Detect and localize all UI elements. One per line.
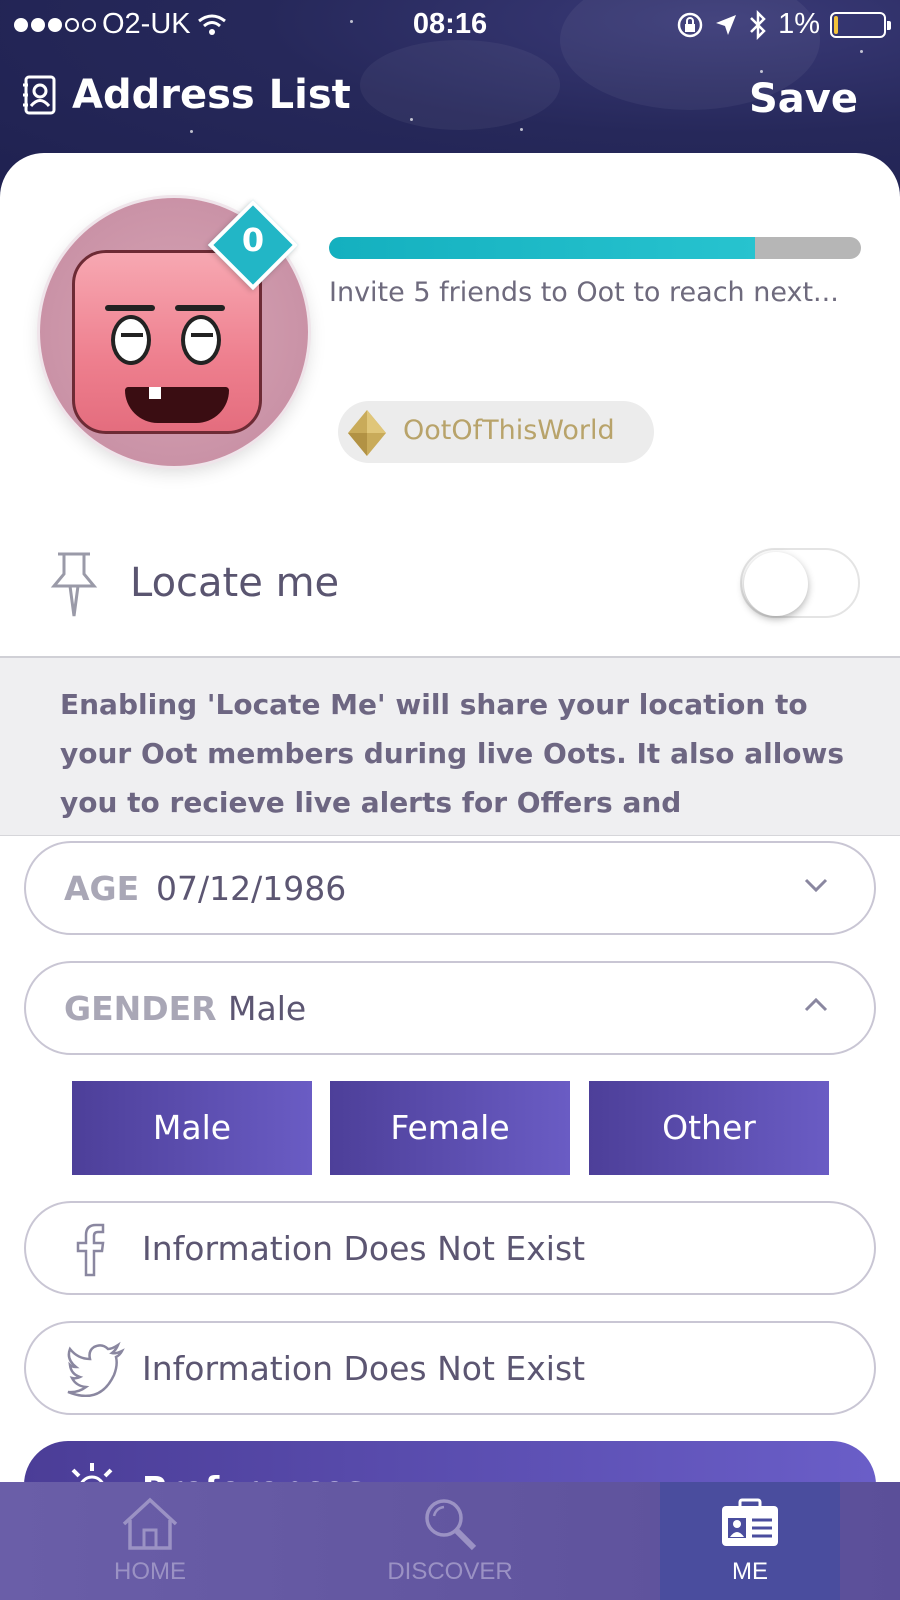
twitter-icon: [67, 1341, 125, 1397]
chevron-down-icon[interactable]: [802, 875, 830, 895]
locate-me-label: Locate me: [130, 560, 340, 606]
age-key: AGE: [64, 869, 140, 908]
star-decoration: [860, 50, 863, 53]
page-title: Address List: [72, 72, 351, 118]
status-bar: O2-UK 08:16 1%: [0, 0, 900, 50]
star-decoration: [520, 128, 523, 131]
gender-option-female[interactable]: Female: [330, 1081, 570, 1175]
diamond-icon: [348, 410, 386, 456]
tab-discover-label: DISCOVER: [387, 1558, 513, 1585]
profile-card-icon: [722, 1498, 778, 1546]
locate-me-row: Locate me: [0, 530, 900, 658]
locate-info-box: Enabling 'Locate Me' will share your loc…: [0, 658, 900, 836]
cloud-decoration: [360, 40, 560, 130]
gender-value: Male: [228, 989, 307, 1028]
save-button[interactable]: Save: [749, 76, 858, 122]
battery-icon: [830, 11, 891, 38]
gender-key: GENDER: [64, 989, 217, 1028]
gender-option-other[interactable]: Other: [589, 1081, 829, 1175]
title-row[interactable]: Address List: [22, 72, 351, 118]
star-decoration: [410, 118, 413, 121]
locate-info-text: Enabling 'Locate Me' will share your loc…: [60, 688, 845, 819]
rotation-lock-icon: [677, 12, 703, 37]
location-arrow-icon: [716, 14, 737, 35]
tab-bar: HOME DISCOVER ME: [0, 1482, 900, 1600]
search-icon: [425, 1499, 477, 1551]
age-field[interactable]: AGE 07/12/1986: [24, 841, 876, 935]
gender-option-male[interactable]: Male: [72, 1081, 312, 1175]
avatar-face: [72, 250, 262, 434]
address-book-icon: [23, 75, 56, 115]
tab-discover[interactable]: DISCOVER: [360, 1482, 540, 1600]
toggle-knob: [744, 552, 808, 616]
gender-field[interactable]: GENDER Male: [24, 961, 876, 1055]
facebook-text: Information Does Not Exist: [142, 1229, 586, 1268]
level-progress-fill: [329, 237, 755, 259]
tab-me[interactable]: ME: [660, 1482, 840, 1600]
star-decoration: [190, 130, 193, 133]
chevron-up-icon[interactable]: [802, 995, 830, 1015]
locate-me-toggle[interactable]: [740, 548, 860, 618]
bluetooth-icon: [750, 9, 766, 40]
facebook-field[interactable]: Information Does Not Exist: [24, 1201, 876, 1295]
tag-label: OotOfThisWorld: [403, 415, 615, 446]
twitter-field[interactable]: Information Does Not Exist: [24, 1321, 876, 1415]
home-icon: [122, 1497, 178, 1550]
level-progress-bar: [329, 237, 861, 259]
twitter-text: Information Does Not Exist: [142, 1349, 586, 1388]
age-value: 07/12/1986: [156, 869, 347, 908]
star-decoration: [760, 70, 763, 73]
battery-percent: 1%: [778, 8, 820, 40]
pushpin-icon: [50, 552, 98, 617]
tab-home[interactable]: HOME: [60, 1482, 240, 1600]
progress-hint: Invite 5 friends to Oot to reach next...: [329, 277, 839, 308]
status-right: 1%: [676, 8, 891, 41]
tab-home-label: HOME: [114, 1558, 186, 1585]
tab-me-label: ME: [732, 1558, 768, 1585]
level-number: 0: [241, 221, 265, 259]
facebook-icon: [76, 1223, 105, 1277]
